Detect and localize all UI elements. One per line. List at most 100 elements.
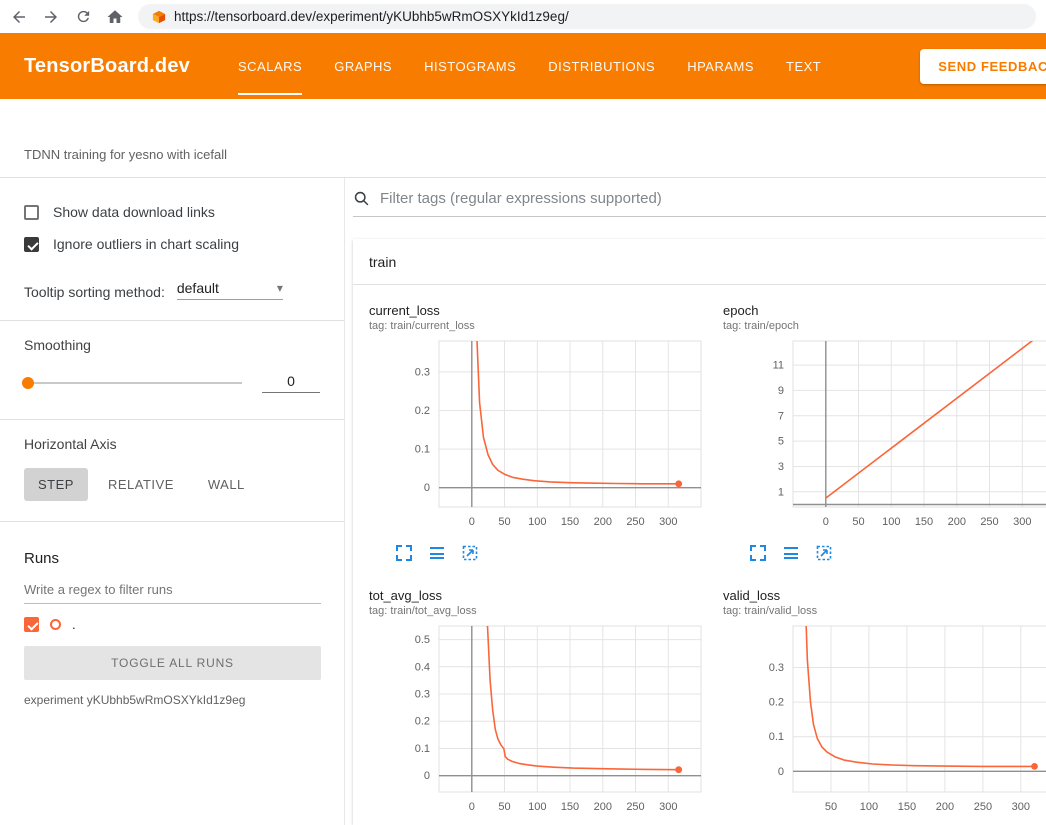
- smoothing-label: Smoothing: [0, 335, 344, 363]
- run-name: .: [72, 617, 76, 632]
- smoothing-value-input[interactable]: 0: [262, 373, 320, 393]
- ignore-outliers-row[interactable]: Ignore outliers in chart scaling: [0, 228, 344, 260]
- svg-text:250: 250: [980, 516, 998, 528]
- chart-title: epoch: [723, 303, 1046, 318]
- svg-text:250: 250: [626, 516, 644, 528]
- divider: [0, 320, 344, 321]
- chart-tag: tag: train/valid_loss: [723, 605, 1046, 617]
- tab-text[interactable]: TEXT: [786, 33, 821, 99]
- tab-graphs[interactable]: GRAPHS: [334, 33, 392, 99]
- train-section-card: train current_loss tag: train/current_lo…: [353, 239, 1046, 825]
- runs-filter-input[interactable]: [24, 575, 321, 604]
- svg-text:0.3: 0.3: [415, 366, 430, 378]
- svg-text:50: 50: [498, 801, 510, 813]
- browser-chrome: https://tensorboard.dev/experiment/yKUbh…: [0, 0, 1046, 33]
- svg-text:0.2: 0.2: [415, 405, 430, 417]
- svg-text:200: 200: [594, 801, 612, 813]
- svg-text:250: 250: [626, 801, 644, 813]
- svg-text:0.1: 0.1: [769, 731, 784, 743]
- svg-text:0.2: 0.2: [769, 697, 784, 709]
- tab-scalars[interactable]: SCALARS: [238, 33, 302, 99]
- divider: [0, 419, 344, 420]
- line-chart[interactable]: 00.10.20.3050100150200250300: [369, 336, 709, 537]
- toggle-log-scale-button[interactable]: [782, 544, 800, 562]
- svg-text:300: 300: [659, 516, 677, 528]
- chart-tag: tag: train/current_loss: [369, 320, 709, 332]
- show-download-links-row[interactable]: Show data download links: [0, 196, 344, 228]
- svg-text:0.3: 0.3: [415, 689, 430, 701]
- url-text[interactable]: https://tensorboard.dev/experiment/yKUbh…: [174, 9, 569, 24]
- tooltip-sorting-select[interactable]: default ▾: [177, 280, 283, 300]
- svg-text:100: 100: [882, 516, 900, 528]
- toggle-log-scale-button[interactable]: [428, 544, 446, 562]
- back-icon[interactable]: [10, 8, 28, 26]
- forward-icon[interactable]: [42, 8, 60, 26]
- settings-sidebar: Show data download links Ignore outliers…: [0, 178, 345, 825]
- tab-hparams[interactable]: HPARAMS: [687, 33, 754, 99]
- run-color-swatch: [50, 619, 61, 630]
- svg-text:0: 0: [823, 516, 829, 528]
- svg-text:150: 150: [898, 801, 916, 813]
- home-icon[interactable]: [106, 8, 124, 26]
- run-list-item[interactable]: .: [0, 604, 344, 634]
- chart-title: tot_avg_loss: [369, 588, 709, 603]
- svg-text:100: 100: [528, 516, 546, 528]
- svg-text:150: 150: [561, 801, 579, 813]
- smoothing-slider[interactable]: [24, 382, 242, 384]
- svg-text:11: 11: [773, 360, 784, 372]
- charts-grid: current_loss tag: train/current_loss 0 0.…: [353, 285, 1046, 825]
- axis-wall-button[interactable]: WALL: [194, 468, 259, 501]
- chart-card-current-loss: current_loss tag: train/current_loss 0 0.…: [369, 303, 709, 562]
- svg-text:150: 150: [915, 516, 933, 528]
- chart-tag: tag: train/tot_avg_loss: [369, 605, 709, 617]
- svg-text:250: 250: [974, 801, 992, 813]
- address-bar[interactable]: https://tensorboard.dev/experiment/yKUbh…: [138, 4, 1036, 29]
- nav-tabs: SCALARS GRAPHS HISTOGRAMS DISTRIBUTIONS …: [238, 33, 821, 99]
- main-panel: train current_loss tag: train/current_lo…: [345, 178, 1046, 825]
- search-icon: [353, 190, 370, 207]
- toggle-all-runs-button[interactable]: TOGGLE ALL RUNS: [24, 646, 321, 680]
- chart-card-tot-avg-loss: tot_avg_loss tag: train/tot_avg_loss 00.…: [369, 588, 709, 825]
- ignore-outliers-checkbox[interactable]: [24, 237, 39, 252]
- tab-distributions[interactable]: DISTRIBUTIONS: [548, 33, 655, 99]
- tag-filter-input[interactable]: [380, 190, 1046, 207]
- expand-chart-button[interactable]: [395, 544, 413, 562]
- tooltip-sorting-value: default: [177, 280, 219, 296]
- divider: [0, 521, 344, 522]
- chart-card-epoch: epoch tag: train/epoch 13579110501001502…: [723, 303, 1046, 562]
- axis-step-button[interactable]: STEP: [24, 468, 88, 501]
- chart-title: valid_loss: [723, 588, 1046, 603]
- send-feedback-button[interactable]: SEND FEEDBACK: [920, 49, 1046, 84]
- show-download-links-checkbox[interactable]: [24, 205, 39, 220]
- experiment-id: experiment yKUbhb5wRmOSXYkId1z9eg: [0, 680, 344, 720]
- svg-text:0: 0: [469, 516, 475, 528]
- chart-tag: tag: train/epoch: [723, 320, 1046, 332]
- expand-chart-button[interactable]: [749, 544, 767, 562]
- line-chart[interactable]: 1357911050100150200250300: [723, 336, 1046, 537]
- app-logo: TensorBoard.dev: [24, 55, 190, 78]
- chart-title: current_loss: [369, 303, 709, 318]
- axis-relative-button[interactable]: RELATIVE: [94, 468, 188, 501]
- svg-text:300: 300: [1012, 801, 1030, 813]
- svg-text:200: 200: [594, 516, 612, 528]
- experiment-strip: TDNN training for yesno with icefall: [0, 99, 1046, 178]
- line-chart[interactable]: 00.10.20.30.40.5050100150200250300: [369, 621, 709, 822]
- section-header-train[interactable]: train: [353, 239, 1046, 285]
- svg-text:0.1: 0.1: [415, 743, 430, 755]
- svg-text:300: 300: [1013, 516, 1031, 528]
- svg-text:0.2: 0.2: [415, 716, 430, 728]
- tooltip-sorting-label: Tooltip sorting method:: [24, 284, 165, 300]
- run-checkbox[interactable]: [24, 617, 39, 632]
- ignore-outliers-label: Ignore outliers in chart scaling: [53, 236, 239, 252]
- svg-text:50: 50: [852, 516, 864, 528]
- site-favicon: [152, 10, 166, 24]
- fit-domain-button[interactable]: [815, 544, 833, 562]
- reload-icon[interactable]: [74, 8, 92, 26]
- fit-domain-button[interactable]: [461, 544, 479, 562]
- tab-histograms[interactable]: HISTOGRAMS: [424, 33, 516, 99]
- app-window: https://tensorboard.dev/experiment/yKUbh…: [0, 0, 1046, 825]
- line-chart[interactable]: 00.10.20.350100150200250300: [723, 621, 1046, 822]
- svg-text:200: 200: [948, 516, 966, 528]
- svg-text:0.1: 0.1: [415, 444, 430, 456]
- smoothing-slider-thumb[interactable]: [22, 377, 34, 389]
